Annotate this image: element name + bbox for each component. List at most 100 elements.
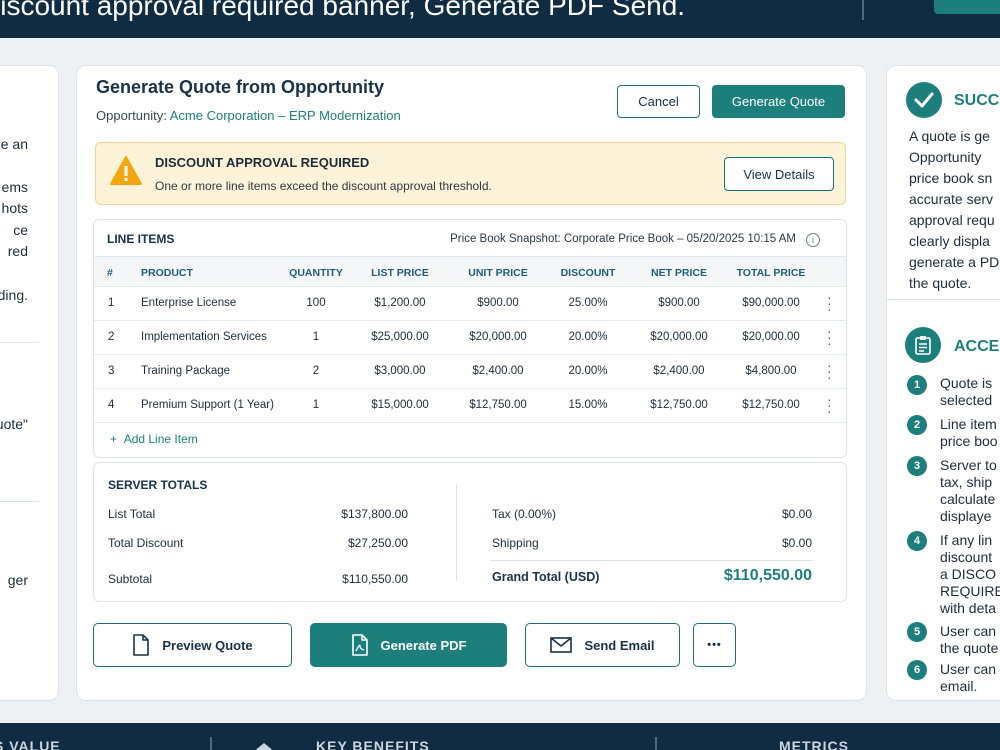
add-line-item-label: Add Line Item [123, 432, 198, 446]
alert-title: DISCOUNT APPROVAL REQUIRED [155, 155, 370, 170]
opportunity-label: Opportunity: [96, 108, 167, 123]
step-line: the quote [940, 640, 999, 656]
opportunity-link[interactable]: Acme Corporation – ERP Modernization [170, 108, 401, 123]
step-text: User can email. [940, 661, 996, 695]
step-line: User can [940, 623, 997, 639]
totals-title: SERVER TOTALS [108, 478, 208, 492]
grand-total-label: Grand Total (USD) [492, 570, 600, 584]
alert-description: One or more line items exceed the discou… [155, 179, 492, 193]
footer-item: KEY BENEFITS [316, 738, 430, 750]
check-circle-icon [906, 82, 942, 118]
left-text: ger [7, 572, 28, 588]
success-line: price book sn [909, 170, 993, 186]
row-menu-icon[interactable]: · · · [827, 290, 832, 316]
table-row[interactable]: 4 Premium Support (1 Year) 1 $15,000.00 … [94, 389, 846, 423]
step-number: 6 [907, 660, 927, 680]
table-header: # PRODUCT QUANTITY LIST PRICE UNIT PRICE… [94, 256, 846, 287]
column-header: LIST PRICE [371, 267, 429, 279]
grand-total-divider [490, 560, 812, 561]
row-menu-icon[interactable]: · · · [827, 358, 832, 384]
total-discount-value: $27,250.00 [347, 536, 408, 550]
row-menu-icon[interactable]: · · · [827, 324, 832, 350]
footer-item: METRICS [779, 738, 849, 750]
success-line: generate a PD [909, 254, 1000, 270]
left-text: hots [1, 200, 28, 216]
step-line: a DISCO [940, 566, 997, 582]
info-icon[interactable]: i [806, 233, 820, 247]
net-price: $20,000.00 [650, 331, 708, 343]
unit-price: $2,400.00 [472, 365, 524, 377]
list-price: $1,200.00 [374, 297, 426, 309]
list-price: $25,000.00 [371, 331, 429, 343]
banner-title: Discount approval required banner, Gener… [0, 0, 686, 21]
totals-divider [456, 485, 457, 581]
opportunity-line: Opportunity: Acme Corporation – ERP Mode… [96, 108, 401, 123]
send-email-label: Send Email [584, 637, 655, 653]
column-header: QUANTITY [289, 267, 343, 279]
left-text: ce [13, 222, 28, 238]
view-details-button[interactable]: View Details [724, 157, 834, 191]
add-line-item-button[interactable]: + Add Line Item [110, 432, 198, 446]
quantity: 2 [312, 365, 320, 377]
preview-quote-button[interactable]: Preview Quote [93, 623, 292, 667]
product-name: Enterprise License [141, 297, 237, 309]
discount: 15.00% [568, 399, 608, 411]
step-text: Quote is selected [940, 375, 992, 409]
page-title: Generate Quote from Opportunity [96, 77, 385, 97]
subtotal-label: Subtotal [108, 572, 153, 586]
banner-tab[interactable] [934, 0, 1000, 14]
net-price: $2,400.00 [653, 365, 705, 377]
left-text: e an [0, 136, 28, 152]
line-items-section: LINE ITEMS Price Book Snapshot: Corporat… [93, 219, 847, 458]
tax-label: Tax (0.00%) [492, 507, 557, 521]
footer-divider [655, 737, 657, 750]
pdf-icon [351, 634, 368, 656]
step-line: calculate [940, 491, 996, 507]
column-header: UNIT PRICE [468, 267, 528, 279]
left-divider [0, 342, 39, 343]
step-number: 3 [907, 456, 927, 476]
table-row[interactable]: 3 Training Package 2 $3,000.00 $2,400.00… [94, 355, 846, 389]
row-number: 2 [108, 331, 115, 343]
list-price: $3,000.00 [374, 365, 426, 377]
discount-approval-alert: DISCOUNT APPROVAL REQUIRED One or more l… [95, 142, 846, 205]
success-line: accurate serv [909, 191, 994, 207]
cancel-button[interactable]: Cancel [617, 85, 700, 118]
net-price: $900.00 [658, 297, 700, 309]
generate-pdf-button[interactable]: Generate PDF [310, 623, 507, 667]
success-line: clearly displa [909, 233, 990, 249]
line-items-title: LINE ITEMS [107, 232, 175, 246]
net-price: $12,750.00 [650, 399, 708, 411]
step-line: tax, ship [940, 474, 993, 490]
plus-icon: + [110, 432, 124, 446]
shipping-value: $0.00 [781, 536, 812, 550]
success-text: A quote is ge Opportunity price book sn … [909, 126, 999, 294]
step-line: REQUIRE [940, 583, 1000, 599]
generate-pdf-label: Generate PDF [380, 637, 467, 653]
product-name: Implementation Services [141, 331, 267, 343]
column-header: TOTAL PRICE [736, 267, 806, 279]
table-row[interactable]: 2 Implementation Services 1 $25,000.00 $… [94, 321, 846, 355]
total-discount-label: Total Discount [108, 536, 184, 550]
quantity: 1 [312, 331, 320, 343]
table-row[interactable]: 1 Enterprise License 100 $1,200.00 $900.… [94, 287, 846, 321]
step-line: Server to [940, 457, 997, 473]
row-number: 1 [108, 297, 115, 309]
column-header: NET PRICE [650, 267, 707, 279]
more-actions-button[interactable]: ••• [693, 623, 736, 667]
list-price: $15,000.00 [371, 399, 429, 411]
step-text: Server to tax, ship calculate displaye [940, 457, 997, 525]
send-email-button[interactable]: Send Email [525, 623, 680, 667]
step-line: price boo [940, 433, 998, 449]
list-total-label: List Total [108, 507, 156, 521]
generate-quote-button[interactable]: Generate Quote [712, 85, 845, 118]
total-price: $12,750.00 [742, 399, 800, 411]
preview-quote-label: Preview Quote [162, 637, 253, 653]
row-menu-icon[interactable]: · · · [827, 392, 832, 418]
server-totals-section: SERVER TOTALS List Total $137,800.00 Tot… [93, 462, 847, 602]
subtotal-value: $110,550.00 [342, 572, 408, 586]
document-icon [133, 634, 150, 656]
acceptance-heading: ACCE [954, 338, 1000, 355]
step-number: 5 [907, 622, 927, 642]
step-text: If any lin discount a DISCO REQUIRE with det… [940, 532, 1000, 617]
